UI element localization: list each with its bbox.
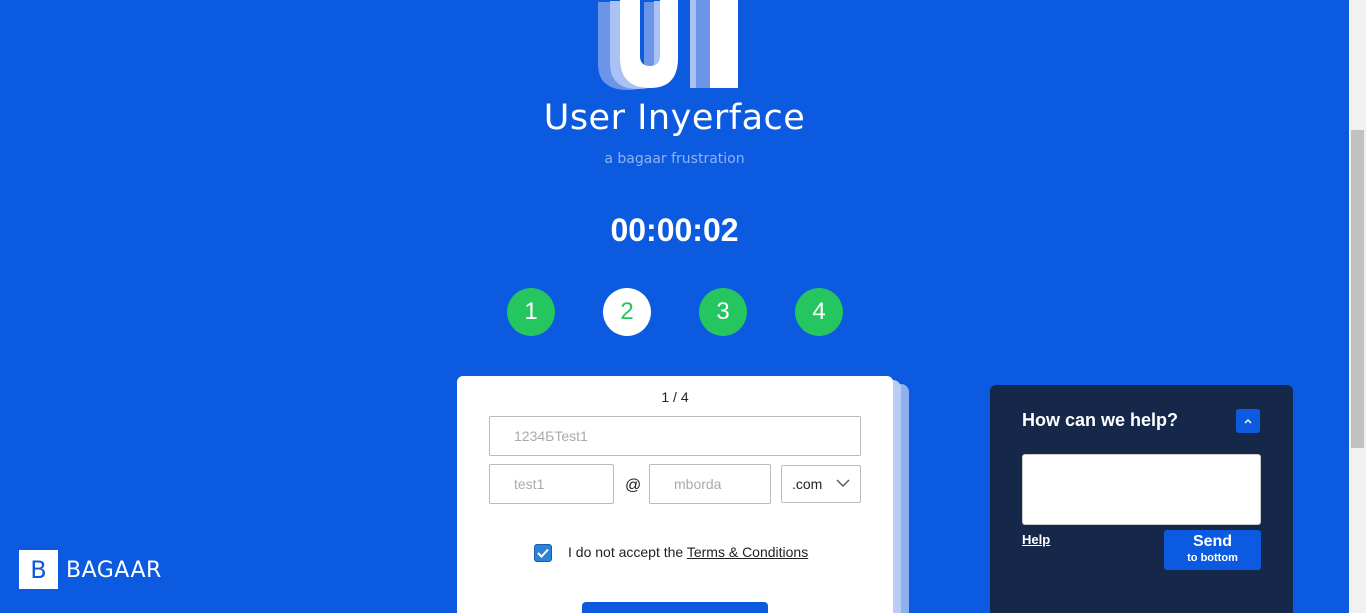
checkmark-icon — [537, 548, 549, 558]
chevron-up-icon — [1244, 418, 1252, 423]
at-sign: @ — [625, 477, 642, 494]
step-3: 3 — [699, 288, 747, 336]
help-collapse-button[interactable] — [1236, 409, 1260, 433]
ui-logo — [598, 0, 738, 90]
terms-label: I do not accept the Terms & Conditions — [568, 544, 808, 560]
scrollbar-thumb[interactable] — [1351, 130, 1364, 448]
help-widget: How can we help? Help Send to bottom — [990, 385, 1293, 613]
chevron-down-icon — [836, 479, 850, 487]
bagaar-wordmark[interactable]: BAGAAR — [66, 558, 162, 583]
send-label: Send — [1192, 533, 1233, 550]
terms-checkbox[interactable] — [534, 544, 552, 562]
app-title: User Inyerface — [543, 98, 806, 138]
terms-link[interactable]: Terms & Conditions — [687, 544, 808, 560]
next-button[interactable] — [582, 602, 768, 613]
timer: 00:00:02 — [610, 212, 739, 248]
app-subtitle: a bagaar frustration — [604, 151, 745, 167]
page-counter: 1 / 4 — [661, 389, 689, 405]
tld-dropdown[interactable]: .com — [781, 465, 861, 503]
terms-prefix: I do not accept the — [568, 544, 687, 560]
send-to-bottom-button[interactable]: Send to bottom — [1164, 530, 1261, 570]
help-title: How can we help? — [1022, 410, 1179, 430]
login-card: 1 / 4 1234БTest1 test1 @ mborda .com I d… — [457, 376, 893, 613]
send-sublabel: to bottom — [1187, 552, 1238, 564]
password-field[interactable]: 1234БTest1 — [489, 416, 861, 456]
tld-selected-value: .com — [792, 476, 823, 492]
email-name-field[interactable]: test1 — [489, 464, 614, 504]
step-1: 1 — [507, 288, 555, 336]
step-2: 2 — [603, 288, 651, 336]
help-link[interactable]: Help — [1022, 532, 1050, 547]
bagaar-logo[interactable]: B — [19, 550, 58, 589]
step-4: 4 — [795, 288, 843, 336]
email-domain-field[interactable]: mborda — [649, 464, 771, 504]
page-scrollbar[interactable] — [1349, 0, 1366, 613]
help-message-input[interactable] — [1022, 454, 1261, 525]
